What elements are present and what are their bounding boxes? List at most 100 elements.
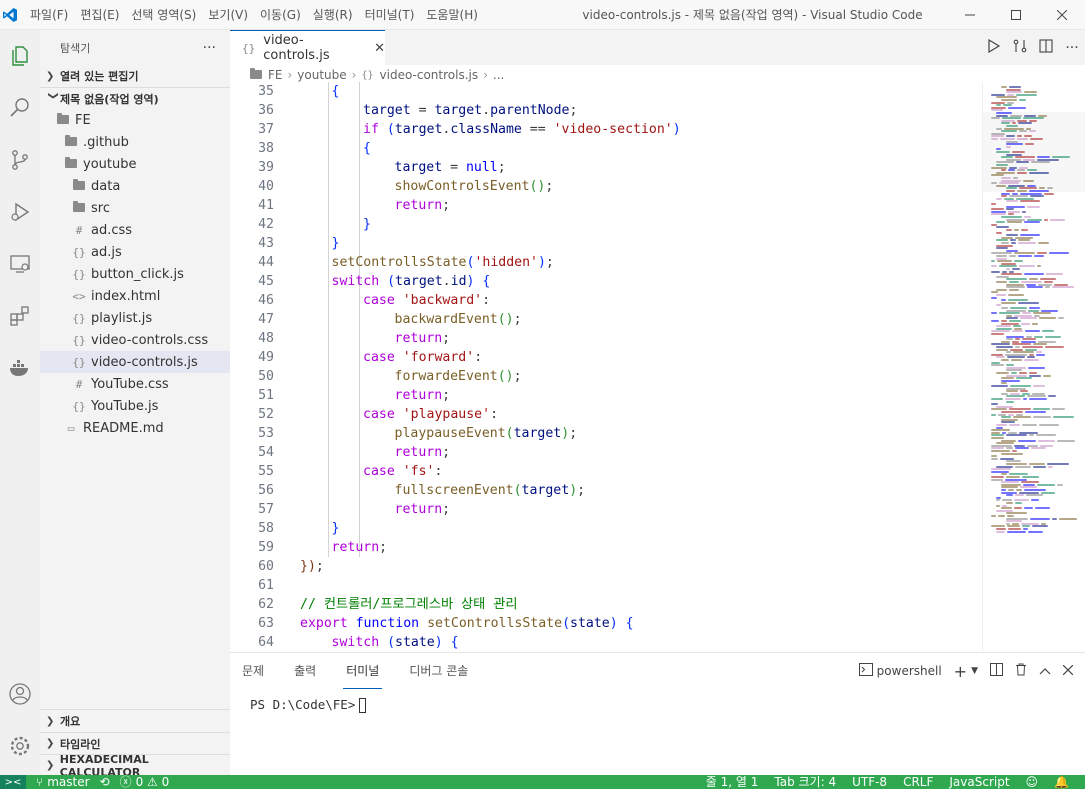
feedback-icon[interactable]: ☺ — [1026, 775, 1039, 789]
encoding[interactable]: UTF-8 — [852, 775, 887, 789]
tree-item[interactable]: youtube — [40, 153, 230, 175]
trash-icon[interactable] — [1015, 663, 1027, 679]
docker-icon[interactable] — [0, 342, 40, 394]
tree-item[interactable]: {} video-controls.js — [40, 351, 230, 373]
code-token: return — [331, 540, 380, 555]
minimap-line — [1053, 416, 1074, 419]
minimize-icon[interactable] — [947, 0, 993, 30]
cursor-position[interactable]: 줄 1, 열 1 — [706, 775, 759, 789]
tree-item[interactable]: {} video-controls.css — [40, 329, 230, 351]
menu-edit[interactable]: 편집(E) — [74, 0, 125, 30]
run-debug-icon[interactable] — [0, 186, 40, 238]
menu-help[interactable]: 도움말(H) — [420, 0, 484, 30]
tree-item[interactable]: {} ad.js — [40, 241, 230, 263]
code-token: return — [394, 331, 443, 346]
run-icon[interactable] — [981, 38, 1007, 57]
breadcrumb-symbol[interactable]: ... — [493, 68, 504, 82]
code-token: ; — [315, 559, 324, 574]
search-icon[interactable] — [0, 82, 40, 134]
timeline-section[interactable]: ❯ 타임라인 — [40, 732, 230, 754]
outline-section[interactable]: ❯ 개요 — [40, 710, 230, 732]
minimap[interactable] — [982, 82, 1085, 652]
menu-selection[interactable]: 선택 영역(S) — [125, 0, 202, 30]
more-editor-actions-icon[interactable]: ··· — [1059, 40, 1085, 56]
language-mode[interactable]: JavaScript — [949, 775, 1009, 789]
menu-go[interactable]: 이동(G) — [254, 0, 307, 30]
tree-item-label: src — [91, 200, 110, 216]
line-number: 57 — [258, 502, 274, 517]
tree-item[interactable]: FE — [40, 109, 230, 131]
menu-file[interactable]: 파일(F) — [24, 0, 74, 30]
chevron-down-icon[interactable]: ▼ — [971, 666, 978, 676]
code-token: case — [363, 464, 395, 479]
code-token: ) — [537, 255, 546, 270]
remote-explorer-icon[interactable] — [0, 238, 40, 290]
tab-debug-console[interactable]: 디버그 콘솔 — [409, 653, 468, 689]
code-editor[interactable]: 35{36 target = target.parentNode; 37 if (ta… — [230, 82, 982, 652]
split-editor-icon[interactable] — [1033, 38, 1059, 57]
minimap-line — [1006, 268, 1011, 270]
code-token: backwardEvent — [394, 312, 498, 327]
tab-problems[interactable]: 문제 — [242, 653, 264, 689]
compare-changes-icon[interactable] — [1007, 39, 1033, 57]
minimap-line — [1019, 372, 1028, 374]
tree-item[interactable]: {} button_click.js — [40, 263, 230, 285]
tree-item[interactable]: # ad.css — [40, 219, 230, 241]
code-token: showControlsEvent — [394, 179, 530, 194]
menu-view[interactable]: 보기(V) — [202, 0, 254, 30]
minimap-line — [1031, 525, 1049, 528]
breadcrumb-fe[interactable]: FE — [268, 68, 282, 82]
terminal-output[interactable]: PS D:\Code\FE> — [250, 697, 367, 713]
menu-run[interactable]: 실행(R) — [307, 0, 359, 30]
tab-size[interactable]: Tab 크기: 4 — [774, 775, 836, 789]
tab-output[interactable]: 출력 — [294, 653, 316, 689]
workspace-section[interactable]: ❯ 제목 없음(작업 영역) — [40, 87, 230, 109]
open-editors-section[interactable]: ❯ 열려 있는 편집기 — [40, 65, 230, 87]
code-text: if (target.className == 'video-section') — [363, 120, 681, 139]
problems-count[interactable]: 0 ⚠ 0 — [136, 775, 170, 789]
line-number: 46 — [258, 293, 274, 308]
git-branch[interactable]: master — [47, 775, 89, 789]
split-terminal-icon[interactable] — [990, 663, 1003, 679]
eol[interactable]: CRLF — [903, 775, 933, 789]
code-token: : — [490, 407, 499, 422]
tree-item[interactable]: .github — [40, 131, 230, 153]
explorer-icon[interactable] — [0, 30, 40, 82]
remote-indicator-icon[interactable]: >< — [0, 775, 26, 789]
breadcrumb-youtube[interactable]: youtube — [297, 68, 346, 82]
hex-calculator-section[interactable]: ❯ HEXADECIMAL CALCULATOR — [40, 753, 230, 779]
tree-item[interactable]: {} YouTube.js — [40, 395, 230, 417]
code-line: 64 switch (state) { — [230, 633, 982, 652]
tab-video-controls-js[interactable]: {} video-controls.js ✕ — [230, 30, 385, 65]
sync-icon[interactable]: ⟲ — [100, 775, 110, 789]
extensions-icon[interactable] — [0, 290, 40, 342]
settings-gear-icon[interactable] — [0, 720, 40, 772]
shell-name[interactable]: powershell — [877, 664, 942, 678]
tree-item[interactable]: # YouTube.css — [40, 373, 230, 395]
tree-item[interactable]: ▭ README.md — [40, 417, 230, 439]
notifications-icon[interactable]: 🔔 — [1054, 775, 1069, 789]
new-terminal-icon[interactable]: + — [954, 662, 967, 681]
source-control-icon[interactable] — [0, 134, 40, 186]
close-window-icon[interactable] — [1039, 0, 1085, 30]
minimap-line — [991, 476, 1004, 478]
account-icon[interactable] — [0, 668, 40, 720]
tree-item[interactable]: src — [40, 197, 230, 219]
code-token: () — [497, 312, 514, 327]
chevron-right-icon: › — [483, 68, 488, 82]
tree-item[interactable]: {} playlist.js — [40, 307, 230, 329]
code-line: 56 fullscreenEvent(target); — [230, 481, 982, 500]
close-panel-icon[interactable] — [1062, 664, 1074, 678]
breadcrumb-file[interactable]: video-controls.js — [380, 68, 479, 82]
menu-terminal[interactable]: 터미널(T) — [359, 0, 421, 30]
minimap-line — [1033, 312, 1052, 315]
more-actions-icon[interactable]: ··· — [203, 40, 216, 56]
tree-item[interactable]: <> index.html — [40, 285, 230, 307]
maximize-icon[interactable] — [993, 0, 1039, 30]
minimap-line — [1005, 476, 1020, 478]
close-tab-icon[interactable]: ✕ — [374, 41, 385, 56]
tree-item[interactable]: data — [40, 175, 230, 197]
js-file-icon: {} — [72, 355, 86, 369]
tab-terminal[interactable]: 터미널 — [343, 653, 383, 689]
maximize-panel-icon[interactable] — [1039, 664, 1051, 678]
